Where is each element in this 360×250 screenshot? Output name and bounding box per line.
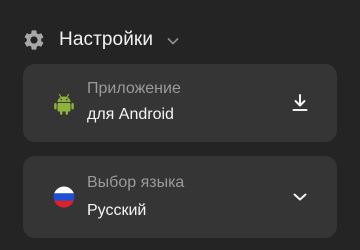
page-title: Настройки [59,29,154,50]
selected-language: Русский [87,202,147,219]
russia-flag-icon [52,185,76,209]
language-selector-card[interactable]: Выбор языка Русский [23,156,337,238]
app-platform: для Android [87,106,174,123]
chevron-down-icon[interactable] [165,32,181,49]
gear-icon [22,28,46,52]
chevron-down-icon[interactable] [288,185,312,209]
settings-header[interactable]: Настройки [22,27,181,53]
android-icon [52,92,76,116]
android-app-card[interactable]: Приложение для Android [23,64,337,142]
app-label: Приложение [87,80,181,97]
language-label: Выбор языка [87,174,185,191]
download-icon[interactable] [288,91,312,115]
